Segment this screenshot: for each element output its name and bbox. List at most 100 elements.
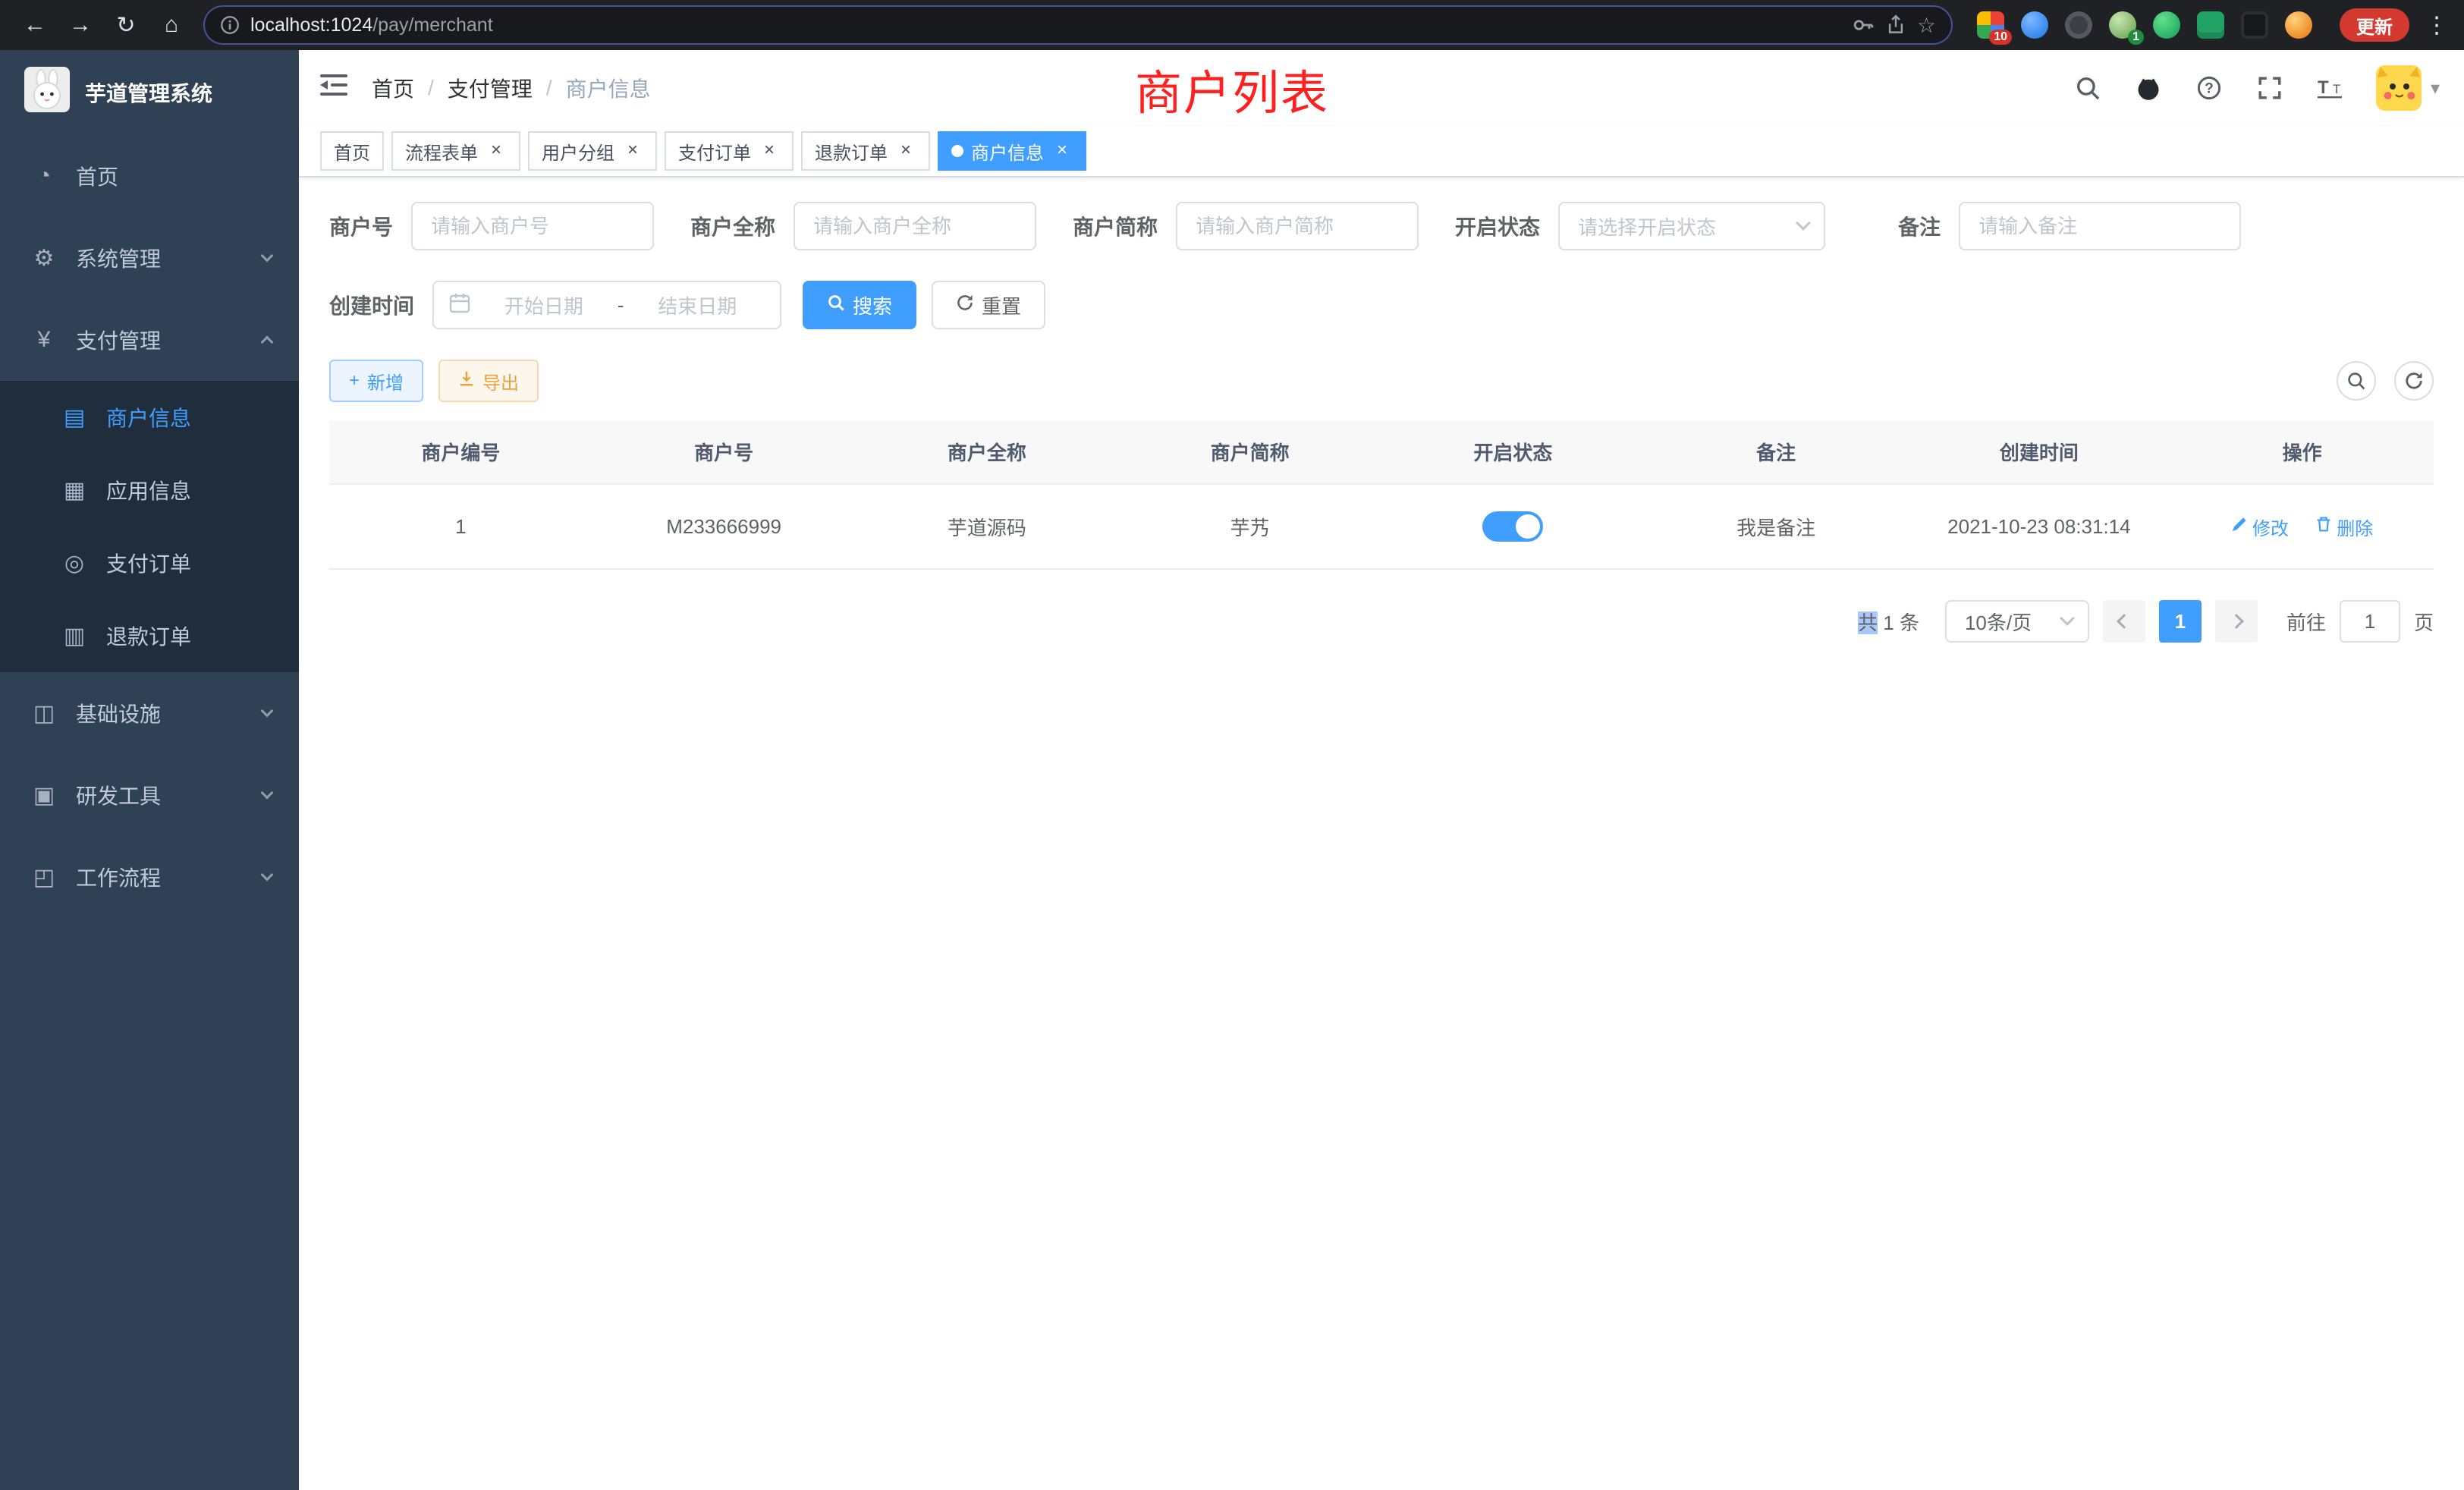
reset-button[interactable]: 重置 <box>932 281 1045 329</box>
info-icon[interactable] <box>220 15 240 35</box>
sidebar-submenu-payment: ▤ 商户信息 ▦ 应用信息 ◎ 支付订单 ▥ 退款订单 <box>0 381 299 672</box>
user-avatar[interactable]: ▾ <box>2376 65 2440 111</box>
delete-button-label: 删除 <box>2337 514 2373 540</box>
page-number-button[interactable]: 1 <box>2159 600 2202 643</box>
search-icon[interactable] <box>2073 73 2103 103</box>
tab-item[interactable]: 首页 <box>320 131 384 171</box>
sidebar-item-system[interactable]: ⚙ 系统管理 <box>0 217 299 299</box>
extension-dark-icon[interactable] <box>2065 11 2092 39</box>
extension-black-square-icon[interactable] <box>2241 11 2268 39</box>
share-icon[interactable] <box>1885 14 1906 36</box>
tab-item[interactable]: 支付订单× <box>665 131 794 171</box>
close-icon[interactable]: × <box>1051 140 1073 162</box>
full-name-input[interactable] <box>794 202 1036 250</box>
tab-item-active[interactable]: 商户信息× <box>938 131 1086 171</box>
tab-label: 流程表单 <box>405 138 478 165</box>
url-path: /pay/merchant <box>372 14 492 36</box>
total-suffix: 条 <box>1900 611 1919 634</box>
status-label: 开启状态 <box>1455 211 1540 241</box>
search-button[interactable]: 搜索 <box>803 281 916 329</box>
extension-drop-icon[interactable] <box>2021 11 2048 39</box>
font-size-icon[interactable]: TT <box>2315 73 2346 103</box>
sidebar-item-merchant-info[interactable]: ▤ 商户信息 <box>0 381 299 454</box>
fullscreen-icon[interactable] <box>2255 73 2285 103</box>
merchant-table: 商户编号 商户号 商户全称 商户简称 开启状态 备注 创建时间 操作 1 <box>329 420 2434 570</box>
extension-avatar-icon[interactable]: 1 <box>2109 11 2136 39</box>
sidebar-item-workflow[interactable]: ◰ 工作流程 <box>0 836 299 918</box>
password-key-icon[interactable] <box>1852 14 1875 36</box>
cell-merchant-no: M233666999 <box>592 484 856 569</box>
search-icon <box>827 294 845 317</box>
extension-green-doc-icon[interactable] <box>2197 11 2224 39</box>
close-icon[interactable]: × <box>895 140 916 162</box>
edit-button[interactable]: 修改 <box>2231 514 2289 540</box>
tab-item[interactable]: 流程表单 × <box>391 131 520 171</box>
extension-green-circle-icon[interactable] <box>2153 11 2180 39</box>
sidebar-item-label: 首页 <box>76 161 118 191</box>
help-icon[interactable]: ? <box>2194 73 2224 103</box>
remark-input[interactable] <box>1959 202 2241 250</box>
document-icon: ▥ <box>61 623 88 649</box>
bookmark-star-icon[interactable]: ☆ <box>1917 13 1936 38</box>
logo-image <box>24 67 70 118</box>
chevron-down-icon <box>2060 611 2075 626</box>
sidebar-item-refund-order[interactable]: ▥ 退款订单 <box>0 599 299 672</box>
target-icon: ◎ <box>61 550 88 577</box>
grid-icon: ▦ <box>61 477 88 504</box>
prev-page-button[interactable] <box>2103 600 2145 643</box>
chevron-down-icon <box>261 787 274 800</box>
next-page-button[interactable] <box>2215 600 2258 643</box>
sidebar-item-home[interactable]: ◔ 首页 <box>0 135 299 217</box>
sidebar-item-app-info[interactable]: ▦ 应用信息 <box>0 454 299 527</box>
close-icon[interactable]: × <box>486 140 507 162</box>
page-content: 商户号 商户全称 商户简称 开启状态 请选择开启状态 <box>299 178 2464 1490</box>
sidebar-item-label: 研发工具 <box>76 780 161 810</box>
search-button-label: 搜索 <box>853 291 892 319</box>
kebab-menu-icon[interactable]: ⋮ <box>2425 12 2449 39</box>
github-icon[interactable] <box>2133 73 2164 103</box>
browser-forward-button[interactable]: → <box>61 5 100 45</box>
browser-home-button[interactable]: ⌂ <box>152 5 191 45</box>
chrome-update-button[interactable]: 更新 <box>2340 8 2409 42</box>
pagination: 共 1 条 10条/页 1 前往 页 <box>329 600 2434 643</box>
breadcrumb-item[interactable]: 首页 <box>372 73 414 103</box>
status-select[interactable]: 请选择开启状态 <box>1558 202 1825 250</box>
browser-back-button[interactable]: ← <box>15 5 55 45</box>
sidebar-item-infrastructure[interactable]: ◫ 基础设施 <box>0 672 299 754</box>
refresh-table-button[interactable] <box>2394 361 2434 401</box>
tab-item[interactable]: 退款订单× <box>801 131 930 171</box>
sidebar-item-pay-order[interactable]: ◎ 支付订单 <box>0 527 299 599</box>
tab-label: 首页 <box>334 138 370 165</box>
extension-grid-icon[interactable]: 10 <box>1977 11 2004 39</box>
date-range-picker[interactable]: 开始日期 - 结束日期 <box>432 281 781 329</box>
hamburger-icon[interactable] <box>320 73 347 103</box>
goto-page-input[interactable] <box>2340 600 2400 643</box>
export-button[interactable]: 导出 <box>438 360 539 402</box>
breadcrumb-item[interactable]: 支付管理 <box>448 73 533 103</box>
close-icon[interactable]: × <box>759 140 780 162</box>
extension-badge: 10 <box>1989 30 2012 45</box>
add-button[interactable]: + 新增 <box>329 360 423 402</box>
breadcrumb: 首页 / 支付管理 / 商户信息 <box>372 73 651 103</box>
sidebar-item-dev-tools[interactable]: ▣ 研发工具 <box>0 754 299 836</box>
page-size-select[interactable]: 10条/页 <box>1945 600 2089 643</box>
add-button-label: 新增 <box>367 368 404 395</box>
delete-button[interactable]: 删除 <box>2315 514 2373 540</box>
column-header: 商户全称 <box>856 420 1119 484</box>
column-header: 备注 <box>1645 420 1908 484</box>
merchant-no-input[interactable] <box>411 202 654 250</box>
yen-icon: ¥ <box>30 327 58 353</box>
tab-item[interactable]: 用户分组× <box>528 131 657 171</box>
close-icon[interactable]: × <box>622 140 643 162</box>
sidebar-item-payment[interactable]: ¥ 支付管理 <box>0 299 299 381</box>
cell-merchant-id: 1 <box>329 484 592 569</box>
show-search-toggle-button[interactable] <box>2337 361 2376 401</box>
status-switch[interactable] <box>1482 511 1543 542</box>
date-separator: - <box>618 294 624 317</box>
sidebar: 芋道管理系统 ◔ 首页 ⚙ 系统管理 ¥ 支付管理 ▤ 商户信息 <box>0 50 299 1490</box>
profile-avatar-icon[interactable] <box>2285 11 2312 39</box>
url-bar[interactable]: localhost:1024/pay/merchant ☆ <box>203 5 1953 45</box>
app-logo[interactable]: 芋道管理系统 <box>0 50 299 135</box>
browser-reload-button[interactable]: ↻ <box>106 5 146 45</box>
short-name-input[interactable] <box>1176 202 1419 250</box>
